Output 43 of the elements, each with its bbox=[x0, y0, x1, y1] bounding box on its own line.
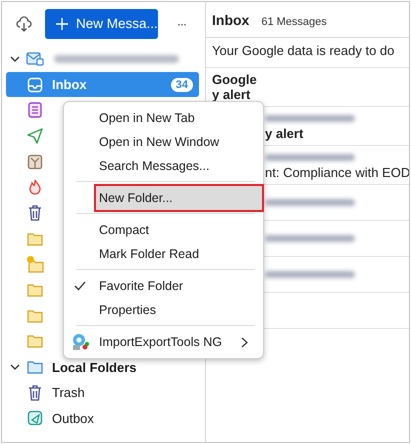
account-icon bbox=[26, 50, 44, 67]
menu-item[interactable]: New Folder... bbox=[96, 186, 262, 210]
message-subject: Your Google data is ready to do bbox=[212, 43, 396, 58]
folder-icon bbox=[27, 334, 43, 348]
cloud-download-icon[interactable] bbox=[16, 16, 32, 32]
chevron-icon[interactable] bbox=[10, 362, 20, 372]
flame-icon bbox=[28, 179, 42, 196]
chevron-icon bbox=[241, 336, 248, 348]
menu-item[interactable]: Compact bbox=[96, 218, 262, 242]
document-icon bbox=[28, 102, 42, 118]
folder-icon bbox=[27, 232, 43, 246]
message-subject: y alert bbox=[212, 87, 252, 102]
folder-label[interactable]: Local Folders bbox=[52, 360, 137, 375]
folder-icon bbox=[26, 255, 44, 274]
folder-item[interactable]: Inbox 34 bbox=[6, 72, 199, 98]
folder-label[interactable]: Trash bbox=[52, 385, 85, 400]
addon-icon bbox=[70, 332, 90, 352]
menu-item[interactable]: Favorite Folder bbox=[96, 274, 262, 298]
menu-item[interactable]: Mark Folder Read bbox=[96, 242, 262, 266]
folder-title: Inbox bbox=[212, 12, 250, 28]
trash-icon bbox=[28, 384, 42, 401]
menu-item[interactable]: Search Messages... bbox=[96, 154, 262, 178]
chevron-icon[interactable] bbox=[10, 54, 20, 64]
inbox-icon bbox=[27, 76, 43, 93]
menu-item[interactable]: Properties bbox=[96, 298, 262, 322]
folder-label[interactable]: Outbox bbox=[52, 410, 94, 426]
plus-icon bbox=[56, 18, 68, 30]
message-subject: y alert bbox=[265, 126, 304, 141]
menu-item[interactable]: ImportExportTools NG bbox=[96, 330, 262, 354]
menu-item[interactable]: Open in New Window bbox=[96, 130, 262, 154]
unread-count-badge: 34 bbox=[170, 78, 193, 92]
menu-item[interactable]: Open in New Tab bbox=[96, 106, 262, 130]
trash-icon bbox=[28, 204, 42, 221]
message-count: 61 Messages bbox=[261, 16, 327, 28]
outbox-icon bbox=[27, 410, 43, 426]
sender-name: Google bbox=[212, 72, 258, 87]
paper-plane-icon bbox=[27, 128, 43, 144]
folder-icon bbox=[27, 308, 43, 323]
new-message-button[interactable]: New Messa... bbox=[45, 8, 158, 38]
folder-icon bbox=[27, 283, 43, 298]
box-icon bbox=[27, 154, 43, 170]
folder-icon bbox=[27, 360, 43, 374]
more-button[interactable]: ··· bbox=[177, 16, 186, 30]
